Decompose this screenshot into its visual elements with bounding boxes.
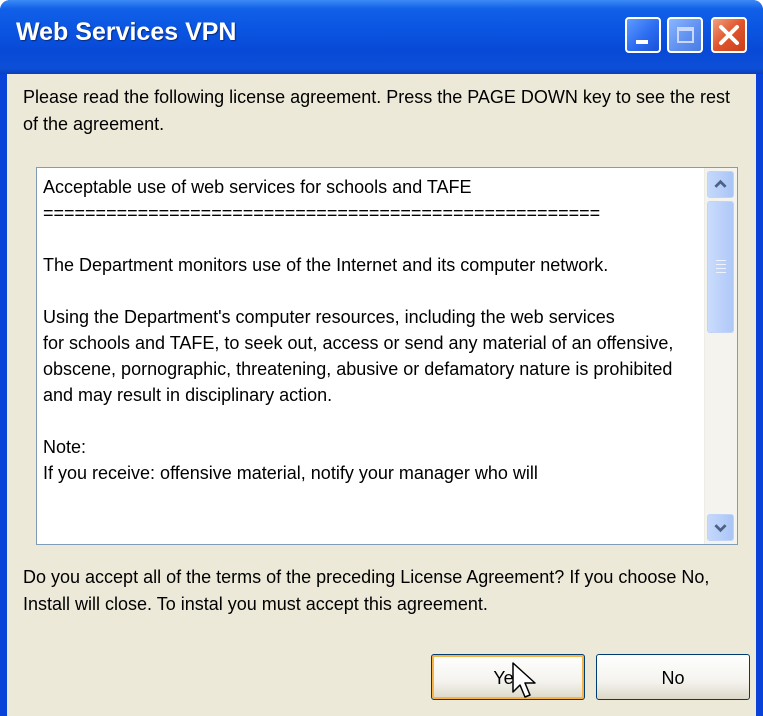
scroll-grip [716,260,726,261]
scroll-thumb[interactable] [707,201,734,333]
chevron-down-icon [714,524,727,533]
vertical-scrollbar[interactable] [704,168,737,544]
scroll-up-button[interactable] [707,171,734,198]
yes-button[interactable]: Yes [431,654,585,700]
maximize-icon [677,27,694,43]
scroll-grip [716,268,726,269]
dialog-window: Web Services VPN Please read the followi… [0,0,763,716]
scroll-grip [716,264,726,265]
intro-text: Please read the following license agreem… [23,87,731,134]
maximize-button[interactable] [667,17,703,53]
accept-question-text: Do you accept all of the terms of the pr… [23,567,710,614]
chevron-up-icon [714,179,727,188]
close-icon [719,25,739,45]
mouse-cursor-icon [512,662,536,698]
title-bar[interactable]: Web Services VPN [0,0,763,74]
scroll-down-button[interactable] [707,514,734,541]
dialog-body: Please read the following license agreem… [7,74,756,716]
no-button[interactable]: No [596,654,750,700]
license-text[interactable]: Acceptable use of web services for schoo… [43,174,703,540]
window-title: Web Services VPN [16,18,237,46]
license-textbox[interactable]: Acceptable use of web services for schoo… [36,167,738,545]
close-button[interactable] [711,17,747,53]
scroll-grip [716,272,726,273]
minimize-icon [636,40,648,44]
minimize-button[interactable] [625,17,661,53]
